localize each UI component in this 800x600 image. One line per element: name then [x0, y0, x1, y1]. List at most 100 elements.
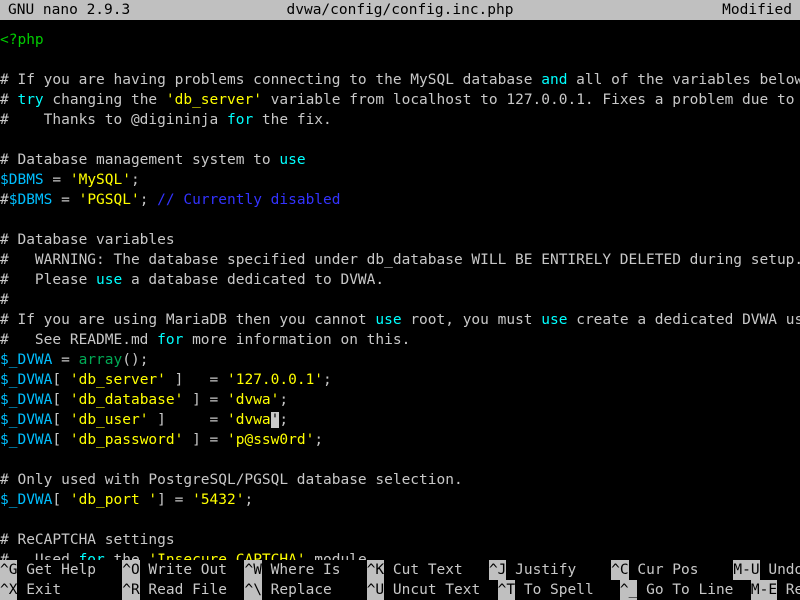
editor-line: $_DVWA[ 'db_password' ] = 'p@ssw0rd'; — [0, 430, 800, 450]
code-token: $DBMS — [8, 192, 53, 208]
code-token: create a dedicated DVWA user. — [576, 312, 800, 328]
code-token: and — [541, 72, 568, 88]
shortcut-key-badge: ^U — [366, 580, 385, 600]
shortcut-get-help[interactable]: ^G Get Help — [0, 560, 122, 580]
editor-line: $DBMS = 'MySQL'; — [0, 170, 800, 190]
shortcut-label: Cut Text — [384, 562, 489, 578]
nano-title-bar: GNU nano 2.9.3 dvwa/config/config.inc.ph… — [0, 0, 800, 20]
shortcut-justify[interactable]: ^J Justify — [488, 560, 612, 580]
code-token: 'db_server' — [165, 92, 262, 108]
code-token: # — [0, 292, 9, 308]
code-token: # Thanks to @digininja — [0, 112, 227, 128]
code-token: # ReCAPTCHA settings — [0, 532, 175, 548]
code-token: $_DVWA — [0, 372, 53, 388]
code-token: 'db_password' — [69, 432, 184, 448]
code-token: # Only used with PostgreSQL/PGSQL databa… — [0, 472, 463, 488]
editor-line: # WARNING: The database specified under … — [0, 250, 800, 270]
shortcut-replace[interactable]: ^\ Replace — [244, 580, 366, 600]
code-token: for — [226, 112, 254, 128]
code-token: root, you must — [401, 312, 542, 328]
code-token: the fix. — [253, 112, 332, 128]
shortcut-label: To Spell — [515, 582, 620, 598]
shortcut-label: Get Help — [17, 562, 123, 578]
code-token: [ — [52, 372, 70, 388]
code-token: ] = — [165, 372, 227, 388]
editor-line: <?php — [0, 30, 800, 50]
editor-line: # If you are having problems connecting … — [0, 70, 800, 90]
shortcut-label: Where Is — [261, 562, 367, 578]
shortcut-key-badge: ^R — [122, 580, 140, 600]
code-token: use — [541, 312, 568, 328]
shortcut-exit[interactable]: ^X Exit — [0, 580, 122, 600]
code-token: all of the variables below are co — [576, 72, 800, 88]
editor-line: $_DVWA[ 'db_database' ] = 'dvwa'; — [0, 390, 800, 410]
code-token: [ — [52, 432, 70, 448]
code-token: $_DVWA — [0, 352, 53, 368]
shortcut-key-badge: ^T — [497, 580, 516, 600]
shortcut-cur-pos[interactable]: ^C Cur Pos — [611, 560, 733, 580]
code-token: 'Insecure CAPTCHA' — [148, 552, 306, 560]
shortcut-read-file[interactable]: ^R Read File — [122, 580, 244, 600]
code-token: ] = — [183, 392, 228, 408]
code-token: use — [279, 152, 306, 168]
code-token: ; — [279, 412, 289, 428]
shortcut-where-is[interactable]: ^W Where Is — [244, 560, 366, 580]
code-token: # — [0, 92, 18, 108]
editor-line: $_DVWA[ 'db_server' ] = '127.0.0.1'; — [0, 370, 800, 390]
code-token: use — [375, 312, 402, 328]
shortcut-key-badge: M-E — [750, 580, 778, 600]
shortcut-to-spell[interactable]: ^T To Spell — [497, 580, 620, 600]
shortcut-write-out[interactable]: ^O Write Out — [122, 560, 244, 580]
code-token: 'db_port ' — [69, 492, 158, 508]
code-token: ; — [139, 192, 158, 208]
code-token: for — [157, 332, 184, 348]
code-token: ; — [323, 372, 332, 388]
code-token: for — [78, 552, 105, 560]
shortcut-label: Replace — [261, 582, 367, 598]
nano-shortcut-bar: ^G Get Help ^O Write Out ^W Where Is ^K … — [0, 560, 800, 600]
code-token: variable from localhost to 127.0.0.1. Fi… — [270, 92, 795, 108]
shortcut-row-primary: ^G Get Help ^O Write Out ^W Where Is ^K … — [0, 560, 800, 580]
code-token: 'dvwa' — [227, 392, 280, 408]
code-token: ] = — [183, 432, 228, 448]
shortcut-key-badge: M-U — [733, 560, 760, 580]
code-token: array — [78, 352, 123, 368]
shortcut-label: Uncut Text — [384, 582, 498, 598]
editor-text-area[interactable]: <?php # If you are having problems conne… — [0, 20, 800, 560]
code-token: ; — [130, 172, 140, 188]
code-token: // Currently disabled — [157, 192, 341, 208]
code-token: 'db_user' — [69, 412, 149, 428]
editor-line: $_DVWA = array(); — [0, 350, 800, 370]
code-token: a database dedicated to DVWA. — [122, 272, 385, 288]
code-token: = — [52, 192, 79, 208]
editor-line: # ReCAPTCHA settings — [0, 530, 800, 550]
terminal-window: GNU nano 2.9.3 dvwa/config/config.inc.ph… — [0, 0, 800, 600]
shortcut-undo[interactable]: M-U Undo — [733, 560, 800, 580]
editor-line: # Database variables — [0, 230, 800, 250]
code-token: ] = — [148, 412, 228, 428]
shortcut-key-badge: ^\ — [244, 580, 262, 600]
shortcut-cut-text[interactable]: ^K Cut Text — [366, 560, 489, 580]
code-token: changing the — [43, 92, 166, 108]
shortcut-label: Justify — [506, 562, 612, 578]
shortcut-go-to-line[interactable]: ^_ Go To Line — [619, 580, 751, 600]
code-token: use — [96, 272, 123, 288]
shortcut-uncut-text[interactable]: ^U Uncut Text — [366, 580, 498, 600]
editor-line: # Database management system to use — [0, 150, 800, 170]
code-token: ] = — [157, 492, 193, 508]
code-token: <?php — [0, 32, 44, 48]
shortcut-redo[interactable]: M-E Redo — [750, 580, 800, 600]
code-token: ; — [279, 392, 289, 408]
shortcut-label: Cur Pos — [628, 562, 734, 578]
code-token: # Database variables — [0, 232, 175, 248]
code-token: more information on this. — [183, 332, 411, 348]
code-token: 'PGSQL' — [78, 192, 140, 208]
code-token: = — [43, 172, 70, 188]
code-token: # See README.md — [0, 332, 158, 348]
code-token: '127.0.0.1' — [227, 372, 324, 388]
editor-line: # Used for the 'Insecure CAPTCHA' module — [0, 550, 800, 560]
